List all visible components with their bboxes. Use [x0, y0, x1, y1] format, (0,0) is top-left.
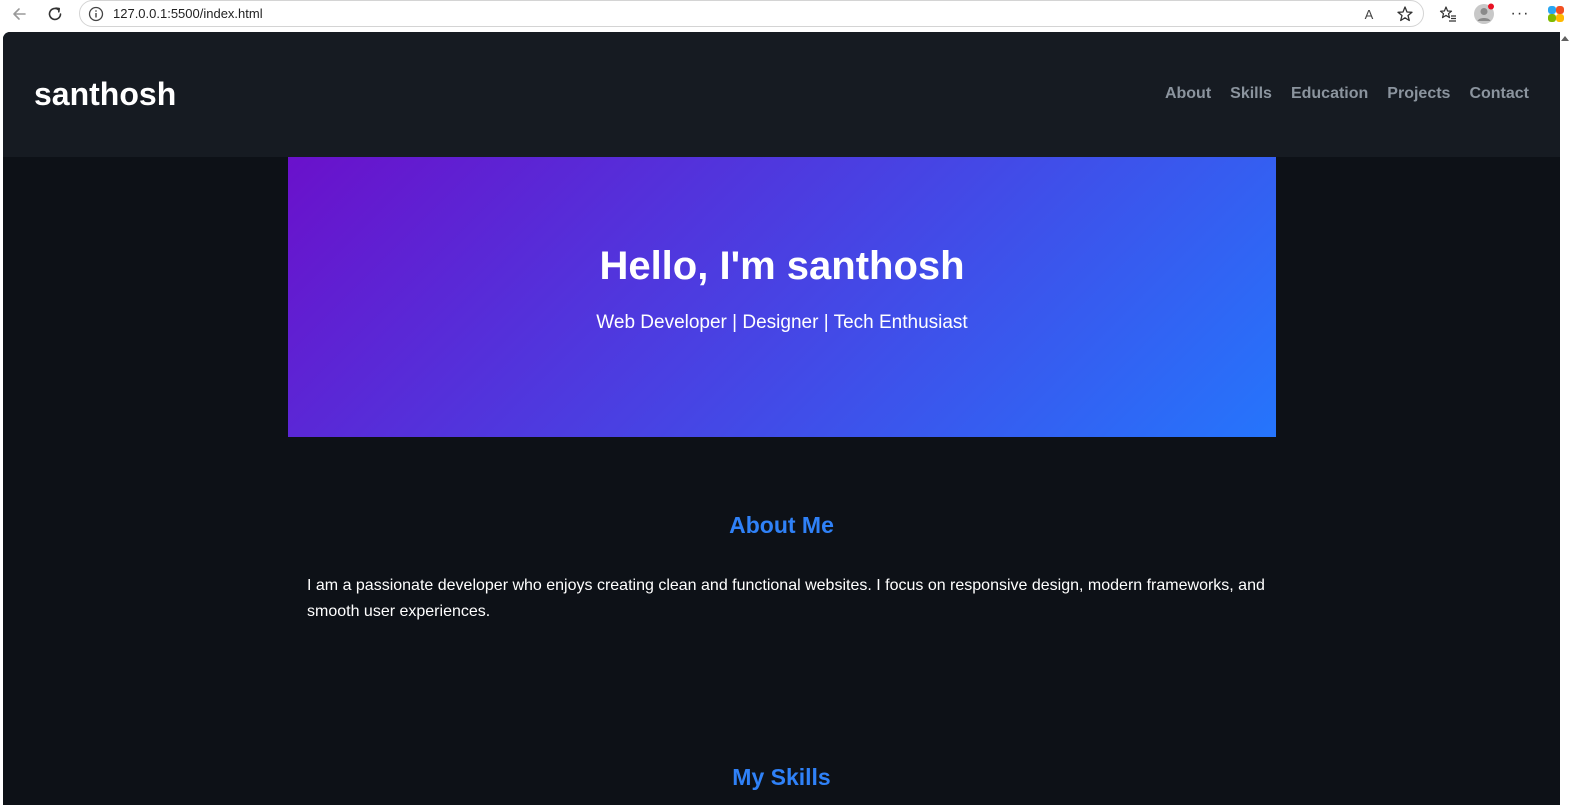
- star-shape: [1397, 6, 1413, 22]
- scroll-up-arrow-icon[interactable]: [1560, 34, 1570, 44]
- browser-toolbar: 127.0.0.1:5500/index.html A ···: [0, 0, 1588, 28]
- nav-link-education[interactable]: Education: [1291, 84, 1368, 104]
- page-viewport: santhosh About Skills Education Projects…: [3, 32, 1560, 805]
- avatar-shape: [1474, 3, 1494, 24]
- site-logo[interactable]: santhosh: [34, 76, 176, 112]
- nav-link-about[interactable]: About: [1165, 84, 1211, 104]
- nav-link-projects[interactable]: Projects: [1387, 84, 1450, 104]
- hero-section: Hello, I'm santhosh Web Developer | Desi…: [288, 157, 1276, 437]
- favorites-shape: [1439, 6, 1456, 22]
- read-aloud-label: A: [1364, 6, 1374, 22]
- profile-avatar-icon[interactable]: [1473, 3, 1495, 25]
- skills-section-title: My Skills: [732, 764, 831, 790]
- about-section-title: About Me: [729, 512, 834, 538]
- back-button[interactable]: [8, 3, 30, 25]
- hero-title: Hello, I'm santhosh: [599, 244, 965, 288]
- hero-subtitle: Web Developer | Designer | Tech Enthusia…: [596, 312, 968, 333]
- page-scrollbar[interactable]: [1560, 32, 1588, 805]
- more-label: ···: [1510, 5, 1530, 22]
- reload-button[interactable]: [44, 3, 66, 25]
- copilot-icon[interactable]: [1545, 3, 1567, 25]
- favorite-star-icon[interactable]: [1395, 4, 1415, 24]
- about-text: I am a passionate developer who enjoys c…: [307, 577, 1265, 620]
- read-aloud-icon[interactable]: A: [1359, 4, 1379, 24]
- nav-link-contact[interactable]: Contact: [1469, 84, 1529, 104]
- site-nav: About Skills Education Projects Contact: [1165, 84, 1529, 104]
- site-info-icon[interactable]: [88, 6, 104, 22]
- url-text[interactable]: 127.0.0.1:5500/index.html: [113, 6, 263, 22]
- back-arrow-icon: [13, 8, 26, 20]
- address-bar[interactable]: 127.0.0.1:5500/index.html A: [79, 0, 1424, 27]
- site-header: santhosh About Skills Education Projects…: [3, 32, 1560, 157]
- reload-icon: [48, 7, 62, 21]
- nav-link-skills[interactable]: Skills: [1230, 84, 1272, 104]
- favorites-icon[interactable]: [1437, 3, 1459, 25]
- copilot-shape: [1548, 6, 1564, 22]
- more-options-icon[interactable]: ···: [1509, 3, 1531, 25]
